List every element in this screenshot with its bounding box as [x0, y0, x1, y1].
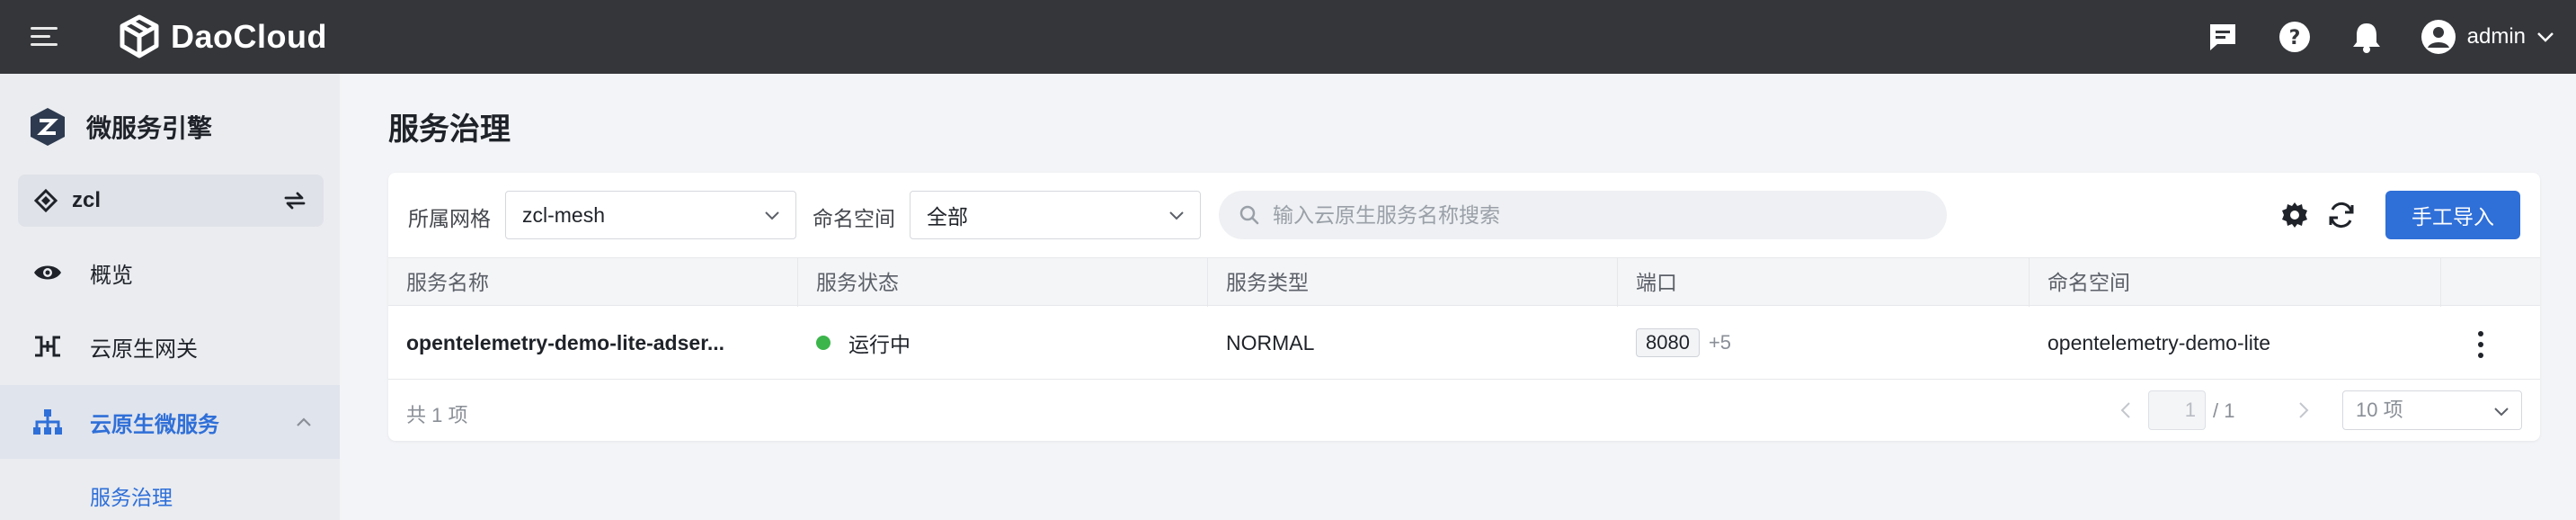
- port-tag: 8080: [1636, 328, 1700, 357]
- table-header: 服务名称 服务状态 服务类型 端口 命名空间: [388, 257, 2540, 307]
- namespace-value: 全部: [927, 205, 968, 229]
- next-page-icon[interactable]: [2292, 399, 2314, 421]
- page-number-input[interactable]: 1: [2148, 390, 2206, 430]
- column-header[interactable]: 服务类型: [1208, 258, 1618, 307]
- page-size-value: 10 项: [2356, 399, 2403, 421]
- brand-name: DaoCloud: [171, 18, 327, 55]
- user-avatar-icon: [2421, 20, 2456, 54]
- page-size-select[interactable]: 10 项: [2342, 390, 2522, 430]
- gateway-icon: [35, 336, 60, 357]
- message-icon[interactable]: [2205, 19, 2241, 55]
- status-text: 运行中: [848, 333, 910, 356]
- manual-import-button[interactable]: 手工导入: [2385, 191, 2520, 239]
- chevron-down-icon: [2494, 408, 2509, 417]
- chevron-down-icon: [2537, 32, 2554, 42]
- hierarchy-icon: [33, 409, 62, 435]
- help-icon[interactable]: ?: [2277, 19, 2313, 55]
- gear-icon: [2282, 202, 2307, 228]
- refresh-button[interactable]: [2324, 198, 2358, 232]
- microservice-engine-logo-icon: [31, 108, 65, 146]
- top-bar: DaoCloud ? admin: [0, 0, 2576, 74]
- page-title: 服务治理: [388, 112, 511, 147]
- eye-icon: [34, 265, 61, 280]
- toolbar: 所属网格 zcl-mesh 命名空间 全部 手工导入: [388, 173, 2540, 257]
- sidebar-item-gateway[interactable]: 云原生网关: [0, 309, 340, 383]
- table-footer: 共 1 项 1 / 1 10 项: [388, 380, 2540, 441]
- table-row[interactable]: opentelemetry-demo-lite-adser... 运行中 NOR…: [388, 306, 2540, 380]
- sidebar-item-overview[interactable]: 概览: [0, 236, 340, 309]
- service-namespace: opentelemetry-demo-lite: [2047, 330, 2271, 354]
- user-menu[interactable]: admin: [2421, 19, 2554, 55]
- service-list-card: 所属网格 zcl-mesh 命名空间 全部 手工导入 服务名称 服务状态 服务类…: [388, 173, 2540, 441]
- status-dot-icon: [816, 336, 831, 350]
- refresh-icon: [2329, 202, 2354, 229]
- bell-icon[interactable]: [2349, 19, 2385, 55]
- namespace-select[interactable]: 全部: [910, 191, 1201, 239]
- workspace-name: zcl: [72, 188, 102, 212]
- sidebar-item-label: 云原生网关: [90, 336, 198, 362]
- sidebar-subitem-service-governance[interactable]: 服务治理: [90, 480, 173, 511]
- column-header[interactable]: 服务名称: [388, 258, 798, 307]
- daocloud-logo-icon: [120, 14, 159, 58]
- service-status: 运行中: [798, 306, 910, 380]
- product-title: 微服务引擎: [86, 114, 213, 142]
- search-input[interactable]: [1273, 202, 1902, 228]
- more-actions-icon[interactable]: [2472, 331, 2490, 358]
- search-box[interactable]: [1219, 191, 1947, 239]
- settings-button[interactable]: [2278, 198, 2312, 232]
- username: admin: [2466, 24, 2526, 49]
- total-count: 共 1 项: [406, 404, 468, 426]
- sidebar-item-label: 概览: [90, 263, 133, 288]
- brand-logo[interactable]: DaoCloud: [117, 11, 327, 63]
- service-type: NORMAL: [1226, 330, 1315, 354]
- sidebar-item-label: 云原生微服务: [90, 412, 219, 437]
- prev-page-icon[interactable]: [2116, 399, 2137, 421]
- mesh-select[interactable]: zcl-mesh: [505, 191, 796, 239]
- port-more[interactable]: +5: [1709, 331, 1731, 354]
- mesh-label: 所属网格: [408, 207, 491, 230]
- column-header-actions: [2441, 258, 2540, 307]
- chevron-up-icon: [297, 417, 311, 426]
- switch-icon[interactable]: [282, 189, 307, 212]
- service-port: 8080 +5: [1618, 306, 1731, 380]
- chevron-down-icon: [765, 211, 779, 220]
- search-icon: [1239, 205, 1259, 225]
- svg-text:?: ?: [2288, 27, 2300, 49]
- column-header[interactable]: 命名空间: [2030, 258, 2441, 307]
- page-total: / 1: [2213, 399, 2235, 422]
- namespace-label: 命名空间: [813, 207, 895, 230]
- product-header[interactable]: 微服务引擎: [27, 106, 212, 148]
- menu-icon[interactable]: [29, 22, 65, 52]
- service-name[interactable]: opentelemetry-demo-lite-adser...: [388, 306, 724, 380]
- column-header[interactable]: 端口: [1618, 258, 2030, 307]
- chevron-down-icon: [1169, 211, 1184, 220]
- workspace-selector[interactable]: zcl: [18, 175, 324, 227]
- sidebar-item-cloud-native-microservice[interactable]: 云原生微服务: [0, 385, 340, 459]
- column-header[interactable]: 服务状态: [798, 258, 1208, 307]
- workspace-icon: [34, 189, 58, 212]
- mesh-value: zcl-mesh: [522, 202, 606, 227]
